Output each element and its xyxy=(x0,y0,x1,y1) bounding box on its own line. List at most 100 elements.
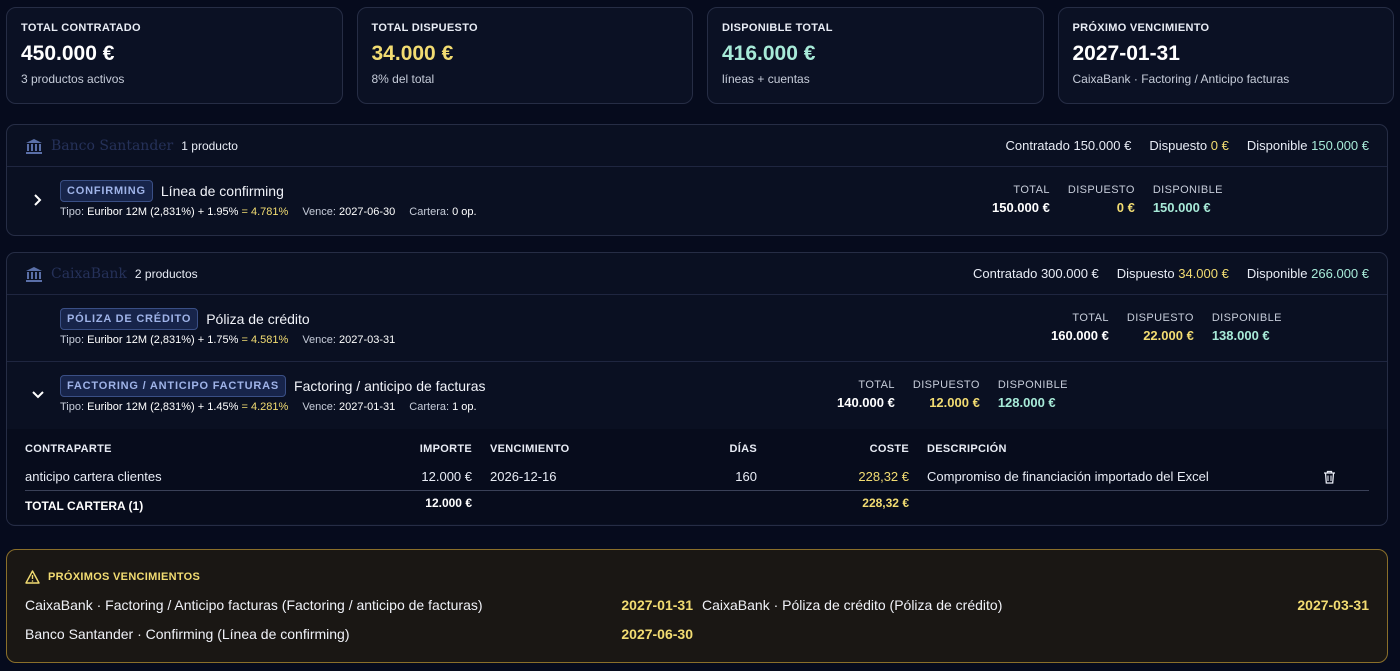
label: Vence: xyxy=(302,334,336,346)
product-stats: TOTAL 160.000 € DISPUESTO 22.000 € DISPO… xyxy=(1051,312,1282,343)
portfolio-table: CONTRAPARTE IMPORTE VENCIMIENTO DÍAS COS… xyxy=(7,429,1387,524)
stat-value: 160.000 € xyxy=(1051,328,1109,343)
column-header-importe: IMPORTE xyxy=(419,443,472,455)
product-type-badge: FACTORING / ANTICIPO FACTURAS xyxy=(60,375,287,397)
kpi-value: 34.000 € xyxy=(371,42,454,65)
upcoming-item-date: 2027-01-31 xyxy=(621,597,693,613)
label: Tipo: xyxy=(60,334,85,346)
bank-product-count: 2 productos xyxy=(134,266,198,281)
kpi-proximo-vencimiento: PRÓXIMO VENCIMIENTO 2027-01-31 CaixaBank… xyxy=(1057,7,1394,104)
bank-contratado: Contratado 300.000 € xyxy=(973,266,1099,281)
stat-value: 22.000 € xyxy=(1143,328,1194,343)
product-title: Línea de confirming xyxy=(160,183,284,199)
upcoming-expirations-panel: PRÓXIMOS VENCIMIENTOS CaixaBank · Factor… xyxy=(6,549,1388,663)
product-rate: Tipo: Euribor 12M (2,831%) + 1.45% = 4.2… xyxy=(60,401,288,413)
column-header-contraparte: CONTRAPARTE xyxy=(25,443,112,455)
value: 1 op. xyxy=(452,401,477,413)
label: Dispuesto xyxy=(1116,266,1175,281)
stat-label: DISPUESTO xyxy=(912,379,980,391)
product-rate: Tipo: Euribor 12M (2,831%) + 1.95% = 4.7… xyxy=(60,206,288,218)
label: Dispuesto xyxy=(1149,138,1208,153)
bank-totals: Contratado 150.000 € Dispuesto 0 € Dispo… xyxy=(1006,138,1369,153)
stat-label: DISPONIBLE xyxy=(1152,184,1223,196)
column-header-descripcion: DESCRIPCIÓN xyxy=(927,443,1007,455)
product-type-badge: PÓLIZA DE CRÉDITO xyxy=(60,308,199,330)
kpi-sub: CaixaBank · Factoring / Anticipo factura… xyxy=(1072,72,1290,86)
label: Vence: xyxy=(302,206,336,218)
portfolio-total-label: TOTAL CARTERA (1) xyxy=(25,499,144,513)
label: Tipo: xyxy=(60,206,85,218)
label: Disponible xyxy=(1246,266,1308,281)
stat-label: DISPUESTO xyxy=(1126,312,1194,324)
kpi-disponible-total: DISPONIBLE TOTAL 416.000 € líneas + cuen… xyxy=(707,7,1044,104)
product-meta: Tipo: Euribor 12M (2,831%) + 1.75% = 4.5… xyxy=(60,334,395,346)
product-title: Póliza de crédito xyxy=(206,311,310,327)
label: Cartera: xyxy=(409,206,450,218)
cell-contraparte: anticipo cartera clientes xyxy=(25,469,162,484)
value: 0 € xyxy=(1210,138,1229,153)
kpi-sub: 8% del total xyxy=(371,72,435,86)
kpi-label: TOTAL CONTRATADO xyxy=(21,22,141,34)
stat-label: DISPONIBLE xyxy=(1211,312,1282,324)
product-expiry: Vence: 2027-06-30 xyxy=(302,206,395,218)
bank-header: Banco Santander 1 producto Contratado 15… xyxy=(7,125,1387,167)
value: 34.000 € xyxy=(1178,266,1229,281)
cell-dias: 160 xyxy=(735,469,757,484)
rate-base: Euribor 12M (2,831%) + 1.45% xyxy=(87,401,239,413)
stat-disponible: DISPONIBLE 138.000 € xyxy=(1212,312,1282,343)
stat-value: 150.000 € xyxy=(1152,200,1211,215)
product-row-poliza[interactable]: PÓLIZA DE CRÉDITO Póliza de crédito Tipo… xyxy=(7,295,1387,362)
upcoming-item-date: 2027-03-31 xyxy=(1297,597,1369,613)
bank-dispuesto: Dispuesto 0 € xyxy=(1149,138,1229,153)
stat-value: 0 € xyxy=(1116,200,1135,215)
product-row-factoring[interactable]: FACTORING / ANTICIPO FACTURAS Factoring … xyxy=(7,362,1387,429)
product-info: PÓLIZA DE CRÉDITO Póliza de crédito Tipo… xyxy=(60,308,395,346)
label: Contratado xyxy=(972,266,1038,281)
stat-dispuesto: DISPUESTO 12.000 € xyxy=(913,379,980,410)
chevron-down-icon[interactable] xyxy=(29,386,47,404)
bank-icon xyxy=(26,266,42,282)
label: Disponible xyxy=(1246,138,1308,153)
product-title: Factoring / anticipo de facturas xyxy=(294,378,486,394)
product-portfolio: Cartera: 0 op. xyxy=(409,206,476,218)
product-row-confirming[interactable]: CONFIRMING Línea de confirming Tipo: Eur… xyxy=(7,167,1387,234)
label: Cartera: xyxy=(409,401,450,413)
rate-total: = 4.781% xyxy=(241,206,289,218)
stat-dispuesto: DISPUESTO 0 € xyxy=(1068,184,1135,215)
bank-name: CaixaBank xyxy=(51,265,127,282)
bank-disponible: Disponible 150.000 € xyxy=(1247,138,1369,153)
stat-value: 140.000 € xyxy=(837,395,895,410)
value: 266.000 € xyxy=(1311,266,1369,281)
bank-header: CaixaBank 2 productos Contratado 300.000… xyxy=(7,253,1387,295)
label: Contratado xyxy=(1005,138,1070,153)
rate-total: = 4.281% xyxy=(241,401,289,413)
label: Tipo: xyxy=(60,401,85,413)
upcoming-item-date: 2027-06-30 xyxy=(621,626,693,642)
value: 0 op. xyxy=(452,206,477,218)
kpi-label: PRÓXIMO VENCIMIENTO xyxy=(1072,22,1210,34)
kpi-row: TOTAL CONTRATADO 450.000 € 3 productos a… xyxy=(6,7,1394,104)
label: Vence: xyxy=(302,401,336,413)
trash-icon[interactable] xyxy=(1323,470,1336,484)
product-rate: Tipo: Euribor 12M (2,831%) + 1.75% = 4.5… xyxy=(60,334,288,346)
kpi-total-contratado: TOTAL CONTRATADO 450.000 € 3 productos a… xyxy=(6,7,343,104)
portfolio-total-importe: 12.000 € xyxy=(425,496,472,510)
kpi-value: 450.000 € xyxy=(21,42,115,65)
rate-total: = 4.581% xyxy=(241,334,289,346)
value: 2027-01-31 xyxy=(339,401,396,413)
value: 300.000 € xyxy=(1040,266,1099,281)
warning-icon xyxy=(25,570,40,584)
column-header-dias: DÍAS xyxy=(729,443,757,455)
stat-label: TOTAL xyxy=(1013,184,1050,196)
bank-contratado: Contratado 150.000 € xyxy=(1006,138,1132,153)
product-expiry: Vence: 2027-01-31 xyxy=(302,401,395,413)
kpi-value: 2027-01-31 xyxy=(1072,42,1180,65)
kpi-total-dispuesto: TOTAL DISPUESTO 34.000 € 8% del total xyxy=(356,7,693,104)
stat-dispuesto: DISPUESTO 22.000 € xyxy=(1127,312,1194,343)
bank-disponible: Disponible 266.000 € xyxy=(1247,266,1369,281)
bank-icon xyxy=(26,138,42,154)
chevron-right-icon[interactable] xyxy=(29,191,47,209)
cell-coste: 228,32 € xyxy=(858,469,909,484)
upcoming-item-label: CaixaBank · Factoring / Anticipo factura… xyxy=(25,597,483,613)
stat-label: TOTAL xyxy=(1072,312,1109,324)
